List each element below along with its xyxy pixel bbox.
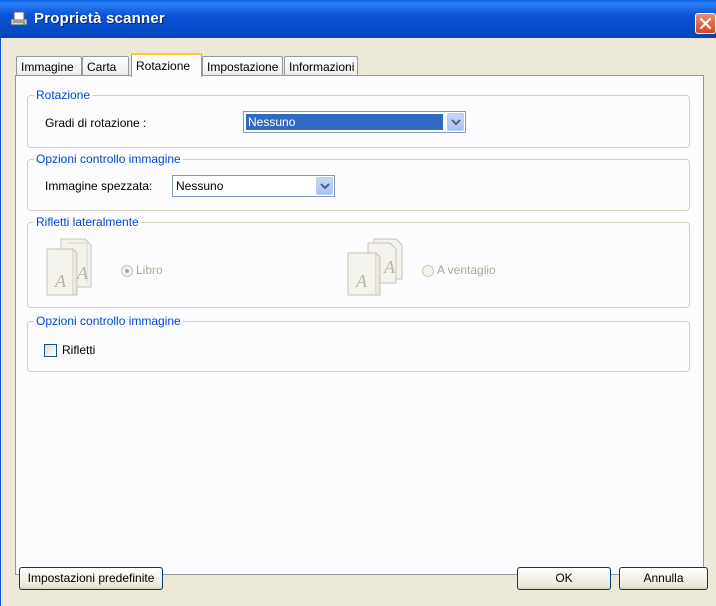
rotation-degrees-dropdown[interactable]: Nessuno bbox=[243, 111, 466, 133]
tab-immagine[interactable]: Immagine bbox=[16, 56, 82, 76]
book-pages-icon: A A bbox=[45, 235, 101, 300]
book-radio-label: Libro bbox=[136, 263, 163, 277]
rotation-degrees-label: Gradi di rotazione : bbox=[45, 116, 147, 130]
flip-checkbox[interactable] bbox=[44, 344, 57, 357]
image-control-group-title: Opzioni controllo immagine bbox=[34, 152, 183, 166]
rotation-group: Rotazione Gradi di rotazione : Nessuno bbox=[27, 88, 690, 148]
flip-checkbox-label: Rifletti bbox=[62, 343, 96, 357]
image-control-group-2-title: Opzioni controllo immagine bbox=[34, 314, 183, 328]
fan-pages-icon: A A bbox=[346, 235, 404, 300]
chevron-down-icon[interactable] bbox=[316, 177, 333, 195]
tab-label: Immagine bbox=[21, 60, 74, 74]
default-settings-button[interactable]: Impostazioni predefinite bbox=[19, 567, 163, 590]
split-image-dropdown[interactable]: Nessuno bbox=[172, 175, 335, 197]
image-control-group-2: Opzioni controllo immagine Rifletti bbox=[27, 314, 690, 372]
rotation-degrees-value: Nessuno bbox=[246, 114, 443, 130]
scanner-icon bbox=[9, 9, 29, 29]
chevron-down-icon[interactable] bbox=[447, 113, 464, 131]
close-icon bbox=[699, 17, 712, 30]
rotation-group-title: Rotazione bbox=[34, 88, 93, 102]
svg-text:A: A bbox=[76, 263, 89, 283]
split-image-value: Nessuno bbox=[176, 179, 224, 193]
image-control-group: Opzioni controllo immagine Immagine spez… bbox=[27, 152, 690, 211]
side-flip-group: Rifletti lateralmente A A Libro A A A ve… bbox=[27, 215, 690, 308]
fan-radio[interactable] bbox=[422, 265, 434, 277]
tab-rotazione[interactable]: Rotazione bbox=[131, 53, 202, 77]
cancel-button[interactable]: Annulla bbox=[619, 567, 708, 590]
svg-text:A: A bbox=[355, 271, 368, 291]
title-bar[interactable]: Proprietà scanner bbox=[0, 0, 716, 38]
window-title: Proprietà scanner bbox=[34, 10, 165, 27]
ok-button[interactable]: OK bbox=[517, 567, 611, 590]
book-radio[interactable] bbox=[121, 265, 133, 277]
close-button[interactable] bbox=[695, 13, 716, 34]
tab-label: Impostazione bbox=[207, 60, 279, 74]
tab-label: Informazioni bbox=[289, 60, 355, 74]
tab-carta[interactable]: Carta bbox=[82, 56, 129, 76]
svg-text:A: A bbox=[383, 257, 396, 277]
split-image-label: Immagine spezzata: bbox=[45, 179, 153, 193]
fan-radio-label: A ventaglio bbox=[437, 263, 496, 277]
scanner-properties-window: Proprietà scanner Immagine Carta Rotazio… bbox=[0, 0, 716, 606]
tab-label: Carta bbox=[87, 60, 117, 74]
rotation-tab-panel: Rotazione Gradi di rotazione : Nessuno O… bbox=[15, 75, 704, 575]
tab-label: Rotazione bbox=[136, 59, 191, 73]
side-flip-group-title: Rifletti lateralmente bbox=[34, 215, 141, 229]
tab-impostazione[interactable]: Impostazione bbox=[202, 56, 283, 76]
svg-text:A: A bbox=[54, 271, 67, 291]
tab-informazioni[interactable]: Informazioni bbox=[284, 56, 358, 76]
